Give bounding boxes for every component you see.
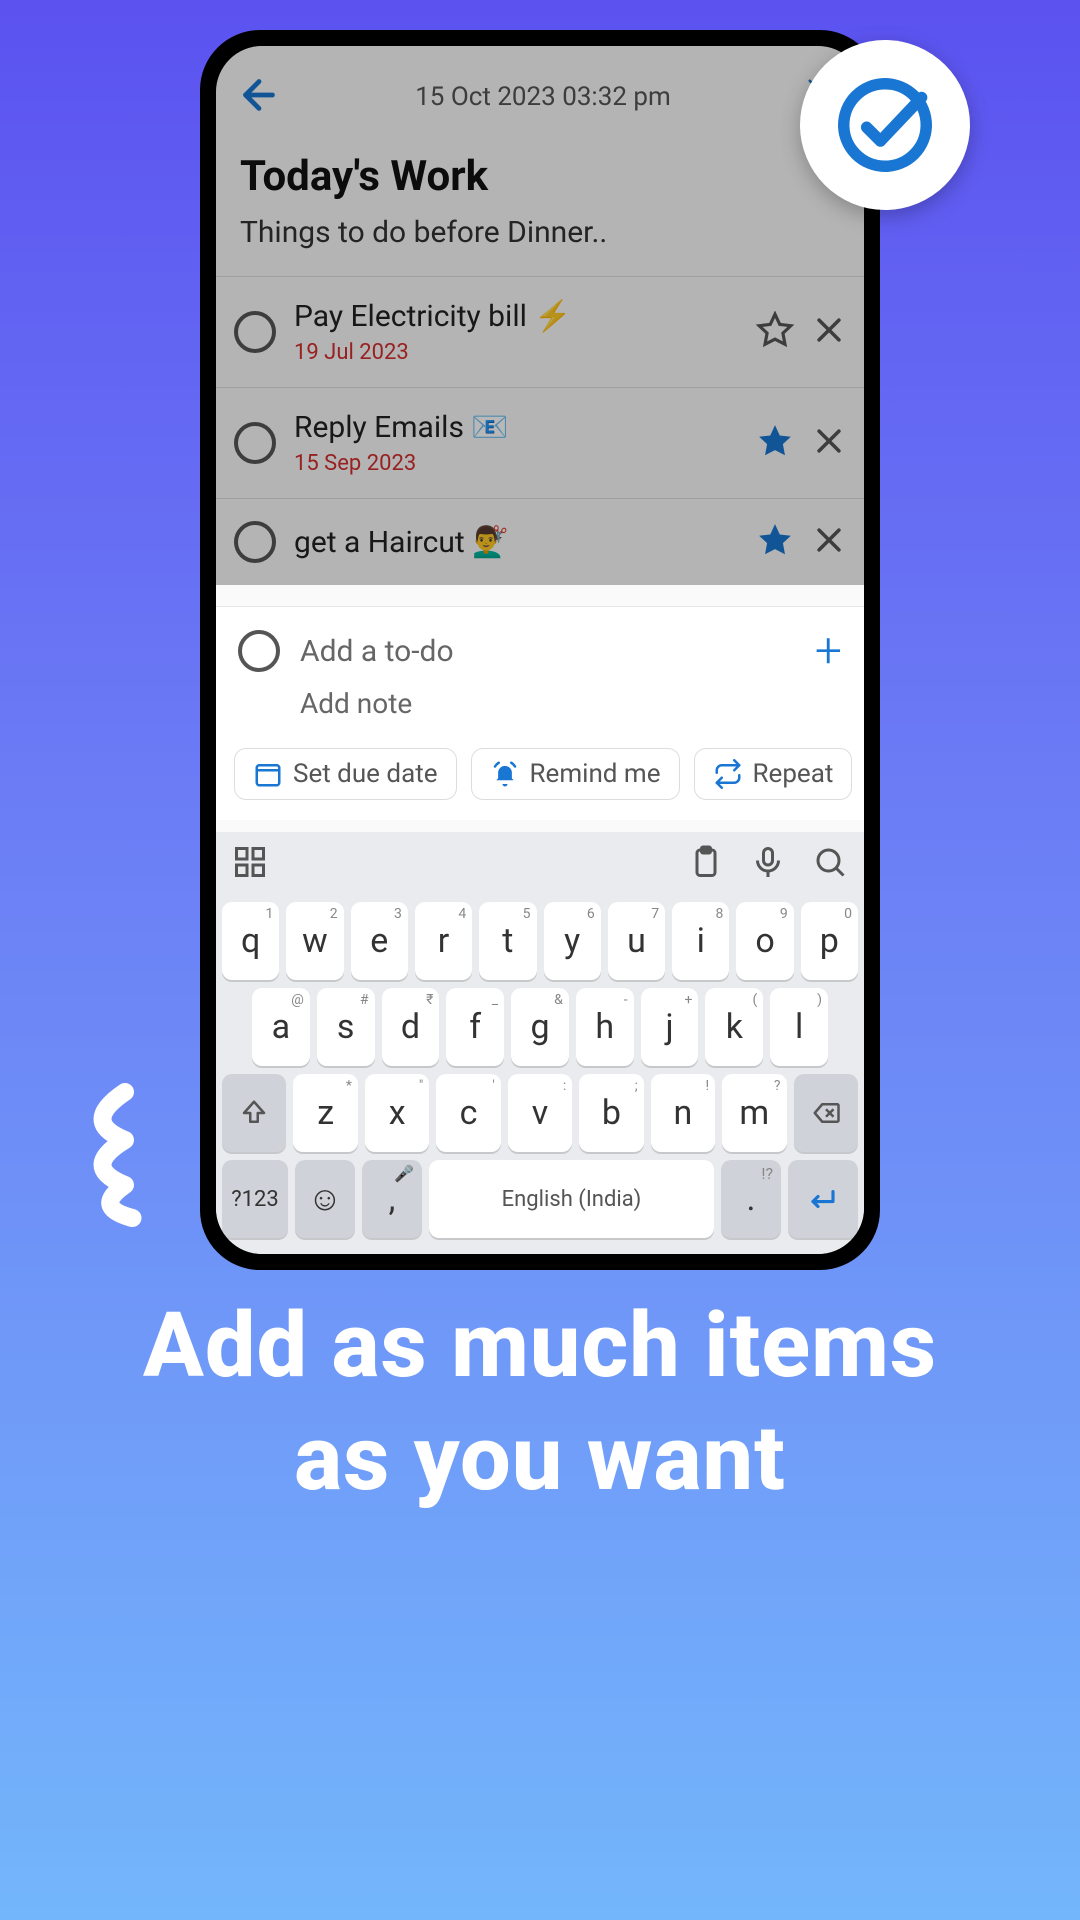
task-row[interactable]: get a Haircut 💇‍♂️: [216, 498, 864, 585]
task-checkbox[interactable]: [234, 521, 276, 563]
note-input[interactable]: Add note: [216, 683, 864, 740]
key-j[interactable]: j+: [641, 988, 699, 1066]
key-e[interactable]: e3: [351, 902, 408, 980]
new-task-checkbox[interactable]: [238, 630, 280, 672]
shift-key[interactable]: [222, 1074, 286, 1152]
close-icon[interactable]: [812, 523, 846, 561]
chip-label: Set due date: [293, 759, 438, 789]
star-icon[interactable]: [756, 422, 794, 464]
key-h[interactable]: h-: [576, 988, 634, 1066]
keyboard-row: ?123 ☺ ,🎤 English (India) .!?: [222, 1160, 858, 1238]
phone-screen: 15 Oct 2023 03:32 pm Today's Work Things…: [216, 46, 864, 1254]
app-badge: [800, 40, 970, 210]
key-v[interactable]: v:: [508, 1074, 572, 1152]
key-p[interactable]: p0: [801, 902, 858, 980]
key-o[interactable]: o9: [736, 902, 793, 980]
backspace-key[interactable]: [794, 1074, 858, 1152]
key-d[interactable]: d₹: [382, 988, 440, 1066]
task-title: get a Haircut 💇‍♂️: [294, 525, 738, 560]
task-row[interactable]: Pay Electricity bill ⚡ 19 Jul 2023: [216, 276, 864, 387]
task-checkbox[interactable]: [234, 422, 276, 464]
symbols-key[interactable]: ?123: [222, 1160, 288, 1238]
chip-label: Remind me: [530, 759, 661, 789]
key-c[interactable]: c': [436, 1074, 500, 1152]
task-due-date: 19 Jul 2023: [294, 340, 738, 365]
key-z[interactable]: z*: [293, 1074, 357, 1152]
period-key[interactable]: .!?: [721, 1160, 781, 1238]
page-subtitle: Things to do before Dinner..: [240, 215, 840, 250]
key-x[interactable]: x": [365, 1074, 429, 1152]
task-due-date: 15 Sep 2023: [294, 451, 738, 476]
caption-line: Add as much items: [0, 1290, 1080, 1403]
space-key[interactable]: English (India): [429, 1160, 714, 1238]
task-checkbox[interactable]: [234, 311, 276, 353]
key-t[interactable]: t5: [479, 902, 536, 980]
key-b[interactable]: b;: [579, 1074, 643, 1152]
todo-input[interactable]: Add a to-do: [300, 634, 795, 669]
key-r[interactable]: r4: [415, 902, 472, 980]
comma-key[interactable]: ,🎤: [362, 1160, 422, 1238]
emoji-key[interactable]: ☺: [295, 1160, 355, 1238]
add-task-panel: Add a to-do + Add note Set due date Remi…: [216, 606, 864, 820]
repeat-chip[interactable]: Repeat: [694, 748, 853, 800]
decorative-scribble: [60, 1080, 160, 1234]
key-a[interactable]: a@: [252, 988, 310, 1066]
caption-line: as you want: [0, 1403, 1080, 1516]
grid-icon[interactable]: [232, 844, 268, 884]
keyboard: q1w2e3r4t5y6u7i8o9p0 a@s#d₹f_g&h-j+k(l) …: [216, 832, 864, 1254]
key-l[interactable]: l): [770, 988, 828, 1066]
key-k[interactable]: k(: [705, 988, 763, 1066]
enter-key[interactable]: [788, 1160, 858, 1238]
task-title: Pay Electricity bill ⚡: [294, 299, 738, 334]
clipboard-icon[interactable]: [688, 844, 724, 884]
key-u[interactable]: u7: [608, 902, 665, 980]
add-button[interactable]: +: [815, 627, 842, 675]
header-datetime: 15 Oct 2023 03:32 pm: [302, 82, 784, 112]
mic-icon[interactable]: [750, 844, 786, 884]
keyboard-row: z*x"c'v:b;n!m?: [222, 1074, 858, 1152]
key-n[interactable]: n!: [651, 1074, 715, 1152]
key-q[interactable]: q1: [222, 902, 279, 980]
dimmed-background: 15 Oct 2023 03:32 pm Today's Work Things…: [216, 46, 864, 585]
task-row[interactable]: Reply Emails 📧 15 Sep 2023: [216, 387, 864, 498]
key-y[interactable]: y6: [544, 902, 601, 980]
search-icon[interactable]: [812, 844, 848, 884]
remind-me-chip[interactable]: Remind me: [471, 748, 680, 800]
page-title: Today's Work: [240, 152, 840, 201]
phone-frame: 15 Oct 2023 03:32 pm Today's Work Things…: [200, 30, 880, 1270]
task-title: Reply Emails 📧: [294, 410, 738, 445]
set-due-date-chip[interactable]: Set due date: [234, 748, 457, 800]
back-icon[interactable]: [236, 72, 282, 122]
chip-label: Repeat: [753, 759, 834, 789]
key-f[interactable]: f_: [446, 988, 504, 1066]
keyboard-row: a@s#d₹f_g&h-j+k(l): [222, 988, 858, 1066]
promo-caption: Add as much items as you want: [0, 1290, 1080, 1515]
star-icon[interactable]: [756, 521, 794, 563]
key-s[interactable]: s#: [317, 988, 375, 1066]
key-g[interactable]: g&: [511, 988, 569, 1066]
key-i[interactable]: i8: [672, 902, 729, 980]
close-icon[interactable]: [812, 424, 846, 462]
star-icon[interactable]: [756, 311, 794, 353]
keyboard-row: q1w2e3r4t5y6u7i8o9p0: [222, 902, 858, 980]
close-icon[interactable]: [812, 313, 846, 351]
key-w[interactable]: w2: [286, 902, 343, 980]
key-m[interactable]: m?: [722, 1074, 786, 1152]
